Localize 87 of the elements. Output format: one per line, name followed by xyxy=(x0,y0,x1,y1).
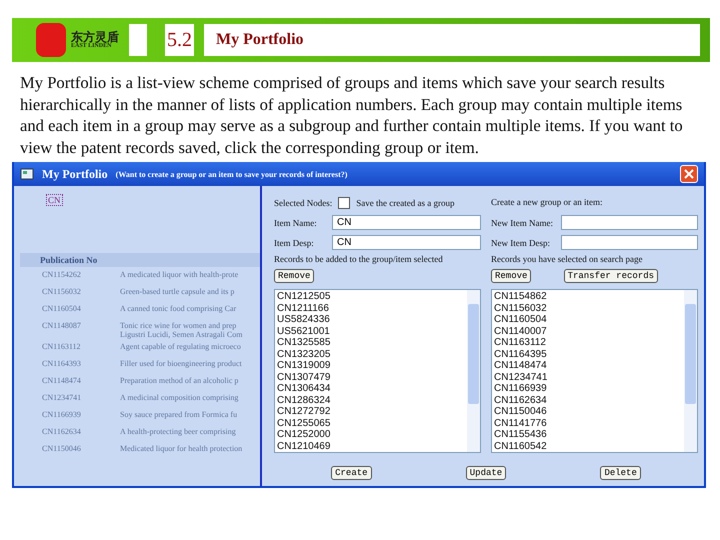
logo-text: 东方灵盾 xyxy=(71,31,119,43)
list-item[interactable]: CN1252000 xyxy=(277,429,330,440)
list-box[interactable]: CN1212505 CN1211166 US5824336 US5621001 CN1325585 CN1323205 CN1319009 CN1307479 CN1306434 CN1286324 CN1272792 CN1255065 CN1252000 CN1210469 xyxy=(274,289,481,453)
field-label: Item Desp: xyxy=(274,238,315,248)
table-cell-text: Green-based turtle capsule and its p xyxy=(120,287,236,296)
table-cell-text: CN1166939 xyxy=(42,410,82,419)
action-button[interactable]: Delete xyxy=(600,466,641,480)
list-item[interactable]: CN1323205 xyxy=(277,348,330,360)
table-cell-text: CN1154262 xyxy=(42,270,82,279)
table-cell-text: CN1234741 xyxy=(42,393,82,402)
window-icon xyxy=(20,167,34,181)
table-cell-text: Medicated liquor for health protection xyxy=(120,444,244,453)
list-item[interactable]: CN1164395 xyxy=(494,348,547,360)
table-cell-text: CN1148474 xyxy=(42,376,82,385)
list-label: Records to be added to the group/item selected xyxy=(274,254,444,264)
list-item[interactable]: CN1141776 xyxy=(494,418,547,429)
tree-node[interactable]: CN xyxy=(46,194,63,206)
list-item[interactable]: CN1210469 xyxy=(277,440,330,452)
remove-button[interactable]: Remove xyxy=(491,268,532,282)
table-cell-text: CN1148087 xyxy=(42,321,82,330)
list-item[interactable]: US5621001 xyxy=(277,326,330,337)
intro-paragraph: My Portfolio is a list-view scheme comprised of groups and items which save your search results hierarchically in the manner of lists of application numbers. Each group may contain multiple items and each item in a group may serve as a subgroup and further contain multiple items. If you want to view the patent records saved, click the corresponding group or item. xyxy=(20,72,684,158)
dialog-title: My Portfolio xyxy=(42,166,108,182)
list-item[interactable]: CN1234741 xyxy=(494,372,548,383)
list-item[interactable]: CN1140007 xyxy=(494,326,547,337)
table-cell-text: Tonic rice wine for women and prep Ligustri Lucidi, Semen Astragali Com xyxy=(120,321,244,339)
close-icon xyxy=(684,169,694,179)
list-item[interactable]: CN1319009 xyxy=(277,360,330,372)
slide-title: My Portfolio xyxy=(204,24,700,56)
table-cell-text: CN1163112 xyxy=(42,342,82,351)
input-field[interactable] xyxy=(561,215,698,230)
checkbox[interactable] xyxy=(338,196,350,208)
action-button[interactable]: Update xyxy=(466,466,506,480)
list-item[interactable]: CN1211166 xyxy=(277,302,329,314)
list-label: Records you have selected on search page xyxy=(491,254,644,264)
list-item[interactable]: CN1307479 xyxy=(277,372,330,383)
column-header: Publication No xyxy=(20,253,260,267)
list-item[interactable]: CN1272792 xyxy=(277,406,330,418)
checkbox-label: Save the created as a group xyxy=(356,198,454,208)
list-item[interactable]: CN1160504 xyxy=(494,314,547,326)
table-cell-text: Preparation method of an alcoholic p xyxy=(120,376,240,385)
list-item[interactable]: CN1156032 xyxy=(494,302,547,314)
table-cell-text: CN1156032 xyxy=(42,287,82,296)
list-item[interactable]: CN1148474 xyxy=(494,360,547,372)
table-cell-text: A medicinal composition comprising xyxy=(120,393,240,402)
field-label: New Item Desp: xyxy=(491,238,551,248)
input-field[interactable] xyxy=(561,235,698,250)
table-cell-text: A medicated liquor with health-prote xyxy=(120,270,240,279)
dialog-subtitle: (Want to create a group or an item to save your records of interest?) xyxy=(116,170,348,178)
list-item[interactable]: CN1154862 xyxy=(494,291,547,302)
logo-icon xyxy=(36,23,66,57)
list-item[interactable]: CN1306434 xyxy=(277,383,330,394)
table-cell-text: Filler used for bioengineering product xyxy=(120,359,243,368)
list-box[interactable]: CN1154862 CN1156032 CN1160504 CN1140007 CN1163112 CN1164395 CN1148474 CN1234741 CN1166939 CN1162634 CN1150046 CN1141776 CN1155436 CN1160542 xyxy=(491,289,698,453)
table-cell-text: Agent capable of regulating microeco xyxy=(120,342,242,351)
list-item[interactable]: CN1166939 xyxy=(494,383,547,394)
table-cell-text: CN1162634 xyxy=(42,427,82,436)
remove-button[interactable]: Remove xyxy=(274,268,314,282)
scrollbar[interactable] xyxy=(467,290,480,452)
scrollbar[interactable] xyxy=(684,290,697,452)
transfer-button[interactable]: Transfer records xyxy=(564,268,658,282)
section-number: 5.2 xyxy=(165,24,194,56)
action-button[interactable]: Create xyxy=(331,466,372,480)
field-label: Item Name: xyxy=(274,218,318,228)
table-cell-text: CN1160504 xyxy=(42,304,82,313)
blank-box xyxy=(129,24,147,56)
list-item[interactable]: CN1162634 xyxy=(494,394,547,406)
list-item[interactable]: CN1325585 xyxy=(277,337,330,348)
list-item[interactable]: CN1212505 xyxy=(277,291,330,302)
list-item[interactable]: CN1286324 xyxy=(277,394,330,406)
close-button[interactable] xyxy=(680,165,698,183)
list-item[interactable]: CN1150046 xyxy=(494,406,547,418)
list-item[interactable]: CN1255065 xyxy=(277,418,330,429)
table-cell-text: CN1150046 xyxy=(42,444,82,453)
list-item[interactable]: CN1163112 xyxy=(494,337,546,348)
table-cell-text: CN1164393 xyxy=(42,359,82,368)
section-heading: Create a new group or an item: xyxy=(491,196,604,209)
table-cell-text: Soy sauce prepared from Formica fu xyxy=(120,410,238,419)
input-field[interactable]: CN xyxy=(332,235,481,250)
field-label: New Item Name: xyxy=(491,218,554,228)
table-cell-text: A canned tonic food comprising Car xyxy=(120,304,238,313)
field-label: Selected Nodes: xyxy=(274,198,332,208)
input-field[interactable]: CN xyxy=(332,215,481,230)
list-item[interactable]: CN1155436 xyxy=(494,429,547,440)
list-item[interactable]: US5824336 xyxy=(277,314,330,326)
list-item[interactable]: CN1160542 xyxy=(494,440,547,452)
table-cell-text: A health-protecting beer comprising xyxy=(120,427,237,436)
